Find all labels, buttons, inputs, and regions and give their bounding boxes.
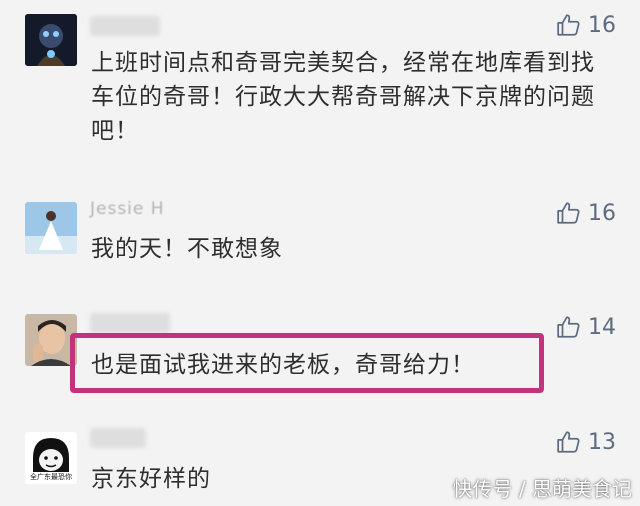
- like-count: 13: [588, 429, 616, 455]
- robot-avatar-icon[interactable]: [25, 14, 77, 66]
- like-count: 16: [588, 12, 616, 38]
- thumbs-up-icon: [557, 316, 580, 338]
- thumbs-up-icon: [557, 14, 580, 36]
- like-count: 14: [588, 314, 616, 340]
- thumbs-up-icon: [557, 431, 580, 453]
- username-obscured[interactable]: [90, 313, 170, 333]
- like-button[interactable]: 13: [556, 429, 616, 455]
- avatar-caption: 全广东最恐你: [30, 473, 72, 481]
- like-count: 16: [588, 200, 616, 226]
- comment-text: 上班时间点和奇哥完美契合，经常在地库看到找车位的奇哥！行政大大帮奇哥解决下京牌的…: [91, 50, 595, 144]
- meme-face-avatar-icon[interactable]: 全广东最恐你: [25, 432, 77, 484]
- thumbs-up-icon: [557, 202, 580, 224]
- like-button[interactable]: 14: [556, 314, 616, 340]
- username-obscured[interactable]: [90, 428, 146, 448]
- watermark: 快传号 / 思萌美食记: [452, 477, 632, 501]
- highlight-box: [70, 333, 544, 393]
- like-button[interactable]: 16: [556, 200, 616, 226]
- comment-2: Jessie H 16 我的天！不敢想象: [0, 190, 640, 300]
- username[interactable]: Jessie H: [90, 199, 165, 219]
- like-button[interactable]: 16: [556, 12, 616, 38]
- woman-dress-avatar-icon[interactable]: [25, 202, 77, 254]
- comment-text: 我的天！不敢想象: [91, 236, 283, 262]
- comment-1: 16 上班时间点和奇哥完美契合，经常在地库看到找车位的奇哥！行政大大帮奇哥解决下…: [0, 0, 640, 190]
- username-obscured[interactable]: [90, 16, 160, 36]
